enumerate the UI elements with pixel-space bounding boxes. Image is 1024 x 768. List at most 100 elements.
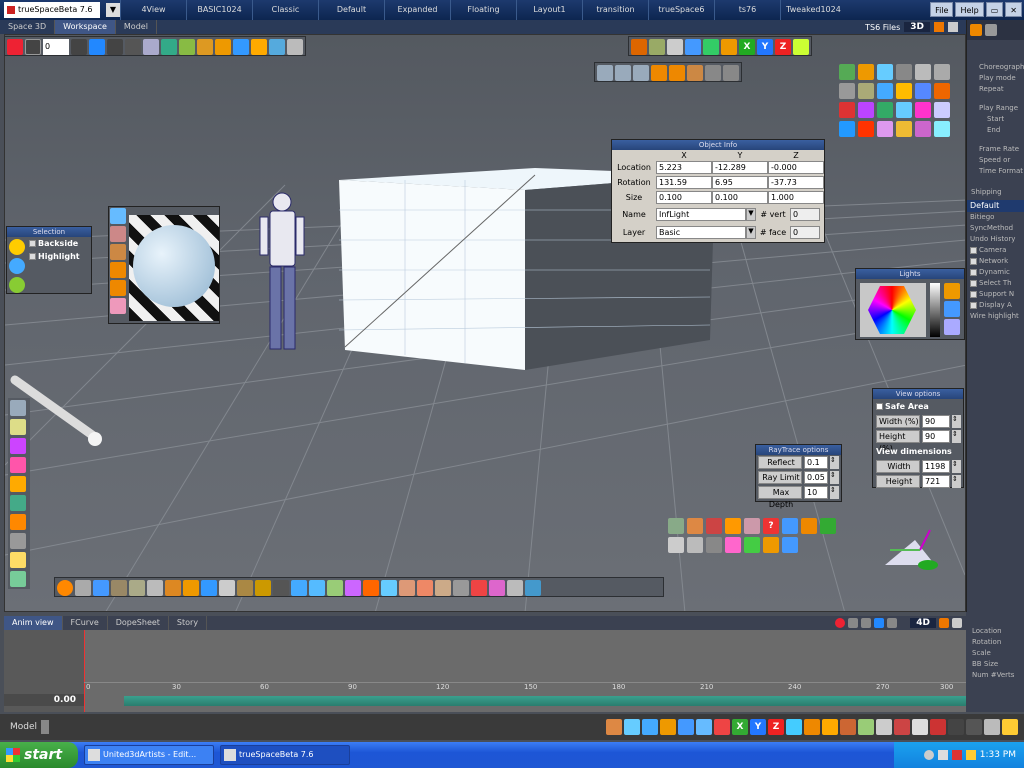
timeline-range-bar[interactable]	[124, 696, 966, 706]
tray-volume-icon[interactable]	[937, 750, 948, 760]
mb-19-icon[interactable]	[984, 719, 1000, 735]
layout-tweaked1024[interactable]: Tweaked1024	[780, 0, 846, 20]
model-input[interactable]	[41, 720, 50, 734]
size-z-field[interactable]: 1.000	[768, 191, 824, 204]
material-18-icon[interactable]	[934, 102, 950, 118]
rp-check-display[interactable]: Display A	[967, 300, 1024, 311]
face-icon[interactable]	[399, 580, 415, 596]
material-3-icon[interactable]	[877, 64, 893, 80]
mb-z-icon[interactable]: Z	[768, 719, 784, 735]
sphere-prim-icon[interactable]	[10, 457, 26, 473]
layout-4view[interactable]: 4View	[120, 0, 186, 20]
rotation-x-field[interactable]: 131.59	[656, 176, 712, 189]
frame-icon[interactable]	[667, 39, 683, 55]
chart-icon[interactable]	[381, 580, 397, 596]
layout-floating[interactable]: Floating	[450, 0, 516, 20]
mb-13-icon[interactable]	[876, 719, 892, 735]
tile-icon[interactable]	[327, 580, 343, 596]
anim-back-icon[interactable]	[861, 618, 872, 628]
anim-rewind-icon[interactable]	[848, 618, 859, 628]
anim-play-icon[interactable]	[874, 618, 885, 628]
m-icon[interactable]	[363, 580, 379, 596]
export-icon[interactable]	[525, 580, 541, 596]
mb-15-icon[interactable]	[912, 719, 928, 735]
anim-close-icon[interactable]	[952, 618, 962, 628]
taskbar-item-truespace[interactable]: trueSpaceBeta 7.6	[220, 745, 350, 765]
material-5-icon[interactable]	[915, 64, 931, 80]
play-icon[interactable]	[89, 39, 105, 55]
tab-dopesheet[interactable]: DopeSheet	[108, 616, 169, 630]
tab-anim-view[interactable]: Anim view	[4, 616, 63, 630]
material-19-icon[interactable]	[839, 121, 855, 137]
undo-icon[interactable]	[161, 39, 177, 55]
material-2-icon[interactable]	[858, 64, 874, 80]
settings-tab-icon[interactable]	[985, 24, 997, 36]
view-options-title[interactable]: View options	[873, 389, 963, 399]
mb-20-icon[interactable]	[1002, 719, 1018, 735]
prism-icon[interactable]	[10, 438, 26, 454]
blue-tool-icon[interactable]	[291, 580, 307, 596]
brightness-slider[interactable]	[930, 283, 940, 337]
box-icon[interactable]	[649, 39, 665, 55]
grid-tool-icon[interactable]	[147, 580, 163, 596]
layout-dropdown-icon[interactable]: ▼	[106, 3, 120, 17]
rp-end[interactable]: End	[967, 125, 1024, 136]
backside-checkbox[interactable]	[29, 240, 36, 247]
scale-icon[interactable]	[615, 65, 631, 81]
square-icon[interactable]	[703, 39, 719, 55]
wand-icon[interactable]	[75, 580, 91, 596]
group-icon[interactable]	[10, 495, 26, 511]
lamp-icon[interactable]	[669, 65, 685, 81]
material-6-icon[interactable]	[934, 64, 950, 80]
cluster-13-icon[interactable]	[744, 537, 760, 553]
material-7-icon[interactable]	[839, 83, 855, 99]
height-field[interactable]: 721	[922, 475, 950, 488]
reflect-field[interactable]: 0.1	[804, 456, 828, 469]
mb-y-icon[interactable]: Y	[750, 719, 766, 735]
ts6-files-label[interactable]: TS6 Files	[865, 23, 900, 32]
height-pct-field[interactable]: 90	[922, 430, 950, 443]
view-orange-icon[interactable]	[934, 22, 944, 32]
mb-6-icon[interactable]	[696, 719, 712, 735]
help-query-icon[interactable]: ?	[763, 518, 779, 534]
start-button[interactable]: start	[0, 742, 78, 768]
color-hexagon[interactable]	[868, 286, 916, 334]
record-icon[interactable]	[7, 39, 23, 55]
anim-timeline[interactable]: 0.00 0 30 60 90 120 150 180 210 240 270 …	[4, 630, 966, 712]
material-23-icon[interactable]	[915, 121, 931, 137]
cluster-8-icon[interactable]	[820, 518, 836, 534]
gear-tool-icon[interactable]	[269, 39, 285, 55]
move-icon[interactable]	[685, 39, 701, 55]
layout-layout1[interactable]: Layout1	[516, 0, 582, 20]
brush-icon[interactable]	[197, 39, 213, 55]
rp-repeat[interactable]: Repeat	[967, 84, 1024, 95]
pencil-icon[interactable]	[287, 39, 303, 55]
rp-frame-rate[interactable]: Frame Rate	[967, 144, 1024, 155]
tab-fcurve[interactable]: FCurve	[63, 616, 108, 630]
tools-tab-icon[interactable]	[970, 24, 982, 36]
cube-icon[interactable]	[251, 39, 267, 55]
cluster-14-icon[interactable]	[763, 537, 779, 553]
ray-limit-field[interactable]: 0.05	[804, 471, 828, 484]
rp-wire-highlight[interactable]: Wire highlight	[967, 311, 1024, 322]
rewind-icon[interactable]	[25, 39, 41, 55]
raytrace-title[interactable]: RayTrace options	[756, 445, 841, 455]
select-blue-icon[interactable]	[9, 258, 25, 274]
playhead-line[interactable]	[84, 630, 85, 712]
draw-icon[interactable]	[10, 552, 26, 568]
timeline-ruler[interactable]: 0 30 60 90 120 150 180 210 240 270 300	[84, 682, 966, 694]
bump-icon[interactable]	[110, 280, 126, 296]
lines-icon[interactable]	[453, 580, 469, 596]
anim-fwd-icon[interactable]	[887, 618, 898, 628]
rotation-z-field[interactable]: -37.73	[768, 176, 824, 189]
deform-icon[interactable]	[10, 514, 26, 530]
color-wheel-area[interactable]	[860, 283, 926, 337]
list-icon[interactable]	[143, 39, 159, 55]
x-axis-icon[interactable]: X	[739, 39, 755, 55]
height-pct-spin-icon[interactable]: ⇕	[952, 430, 961, 443]
light-preset-icon[interactable]	[944, 319, 960, 335]
material-15-icon[interactable]	[877, 102, 893, 118]
light-color-icon[interactable]	[944, 283, 960, 299]
rock-icon[interactable]	[129, 580, 145, 596]
view-3d-label[interactable]: 3D	[904, 22, 930, 32]
